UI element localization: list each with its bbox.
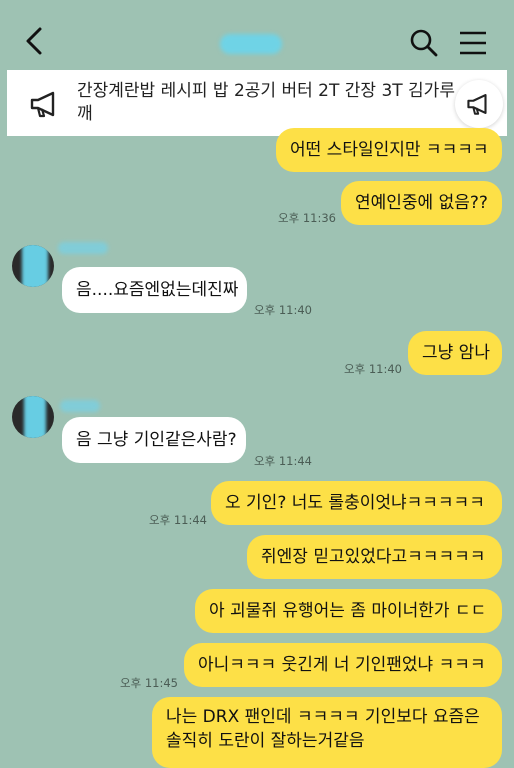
message-text: 연예인중에 없음?? [355, 193, 488, 213]
message-bubble-mine[interactable]: 아니ㅋㅋㅋ 웃긴게 너 기인팬었냐 ㅋㅋㅋ [184, 643, 502, 687]
hamburger-menu-icon[interactable] [458, 28, 488, 58]
message-bubble-theirs[interactable]: 음 그냥 기인같은사람? [62, 417, 246, 463]
message-text: 아 괴물쥐 유행어는 좀 마이너한가 ㄷㄷ [209, 601, 487, 621]
pinned-notice[interactable]: 간장계란밥 레시피 밥 2공기 버터 2T 간장 3T 김가루 깨 [7, 70, 507, 136]
message-text: 어떤 스타일인지만 ㅋㅋㅋㅋ [290, 140, 489, 160]
search-icon[interactable] [409, 28, 439, 58]
message-time: 오후 11:45 [120, 676, 178, 690]
message-text: 음....요즘엔없는데진짜 [76, 280, 239, 300]
notice-toggle-button[interactable] [455, 80, 503, 128]
message-text: 음 그냥 기인같은사람? [76, 430, 237, 450]
megaphone-icon [467, 94, 487, 115]
message-text: 나는 DRX 팬인데 ㅋㅋㅋㅋ 기인보다 요즘은 솔직히 도란이 잘하는거같음 [166, 707, 480, 751]
message-time: 오후 11:40 [344, 362, 402, 376]
message-bubble-mine[interactable]: 오 기인? 너도 롤충이엇냐ㅋㅋㅋㅋㅋ [211, 481, 502, 525]
top-bar [0, 0, 514, 72]
message-bubble-theirs[interactable]: 음....요즘엔없는데진짜 [62, 267, 247, 313]
megaphone-icon [30, 91, 55, 118]
notice-text: 간장계란밥 레시피 밥 2공기 버터 2T 간장 3T 김가루 깨 [77, 81, 455, 124]
message-bubble-mine[interactable]: 그냥 암나 [408, 331, 502, 375]
message-text: 아니ㅋㅋㅋ 웃긴게 너 기인팬었냐 ㅋㅋㅋ [198, 655, 486, 675]
message-text: 오 기인? 너도 롤충이엇냐ㅋㅋㅋㅋㅋ [225, 493, 485, 513]
message-bubble-mine[interactable]: 연예인중에 없음?? [341, 181, 502, 225]
message-time: 오후 11:36 [278, 211, 336, 225]
avatar[interactable] [12, 245, 54, 287]
message-time: 오후 11:44 [254, 454, 312, 468]
avatar[interactable] [12, 396, 54, 438]
message-text: 쥐엔장 믿고있었다고ㅋㅋㅋㅋㅋ [261, 547, 486, 567]
chat-title-redacted [220, 34, 282, 54]
message-text: 그냥 암나 [422, 343, 490, 363]
message-bubble-mine[interactable]: 쥐엔장 믿고있었다고ㅋㅋㅋㅋㅋ [247, 535, 502, 579]
message-time: 오후 11:44 [149, 513, 207, 527]
message-bubble-mine[interactable]: 아 괴물쥐 유행어는 좀 마이너한가 ㄷㄷ [195, 589, 502, 633]
message-bubble-mine[interactable]: 어떤 스타일인지만 ㅋㅋㅋㅋ [276, 128, 502, 172]
message-bubble-mine[interactable]: 나는 DRX 팬인데 ㅋㅋㅋㅋ 기인보다 요즘은 솔직히 도란이 잘하는거같음 [152, 697, 502, 768]
chevron-left-icon[interactable] [20, 26, 48, 56]
sender-name-redacted [58, 242, 108, 254]
sender-name-redacted [60, 400, 100, 412]
message-time: 오후 11:40 [254, 303, 312, 317]
